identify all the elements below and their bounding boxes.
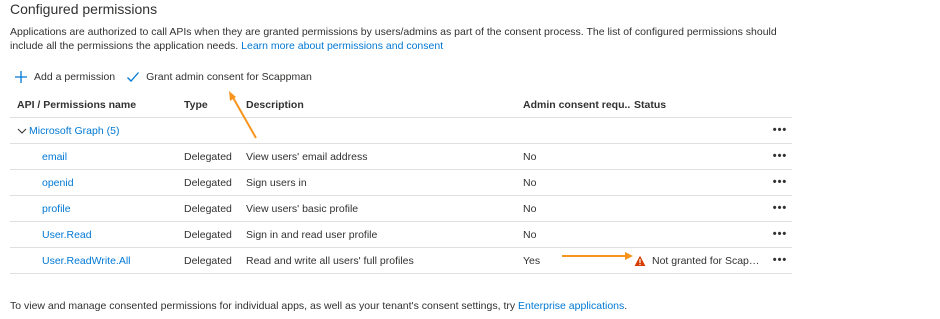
add-permission-button[interactable]: Add a permission [14, 70, 115, 84]
add-permission-label: Add a permission [34, 71, 116, 83]
grant-admin-consent-button[interactable]: Grant admin consent for Scappman [126, 70, 312, 84]
group-label: Microsoft Graph (5) [29, 124, 120, 137]
permission-name-link[interactable]: openid [17, 177, 74, 189]
admin-consent-required: No [523, 176, 537, 189]
permission-description: View users' email address [246, 150, 368, 163]
plus-icon [15, 71, 27, 83]
warning-icon [634, 255, 646, 266]
column-header-admin-consent[interactable]: Admin consent requ... [523, 93, 631, 117]
status-text: Not granted for Scappm... [652, 254, 762, 267]
permission-description: Sign users in [246, 176, 307, 189]
group-row: Microsoft Graph (5) ••• [10, 118, 792, 144]
permission-name-link[interactable]: User.ReadWrite.All [17, 255, 131, 267]
admin-consent-required: No [523, 228, 537, 241]
status-badge: Not granted for Scappm... [634, 255, 762, 267]
group-toggle-microsoft-graph[interactable]: Microsoft Graph (5) [17, 125, 119, 137]
column-header-name[interactable]: API / Permissions name [17, 93, 177, 117]
more-icon[interactable]: ••• [773, 203, 788, 214]
permissions-table: API / Permissions name Type Description … [10, 93, 792, 274]
more-icon[interactable]: ••• [773, 125, 788, 136]
permission-name-link[interactable]: User.Read [17, 229, 92, 241]
table-row: openid Delegated Sign users in No ••• [10, 170, 792, 196]
permission-type: Delegated [184, 228, 232, 241]
table-row: User.ReadWrite.All Delegated Read and wr… [10, 248, 792, 274]
admin-consent-required: No [523, 202, 537, 215]
permission-name-link[interactable]: profile [17, 203, 71, 215]
admin-consent-required: No [523, 150, 537, 163]
admin-consent-required: Yes [523, 254, 541, 267]
learn-more-link[interactable]: Learn more about permissions and consent [241, 40, 443, 52]
permission-type: Delegated [184, 202, 232, 215]
column-header-description[interactable]: Description [246, 93, 516, 117]
permission-type: Delegated [184, 176, 232, 189]
column-header-status[interactable]: Status [634, 93, 764, 117]
permission-type: Delegated [184, 150, 232, 163]
footer-period: . [624, 300, 628, 312]
footer-text: To view and manage consented permissions… [10, 300, 516, 312]
more-icon[interactable]: ••• [773, 255, 788, 266]
permission-description: Sign in and read user profile [246, 228, 378, 241]
page-title: Configured permissions [10, 1, 158, 17]
column-header-type[interactable]: Type [184, 93, 242, 117]
enterprise-applications-link[interactable]: Enterprise applications [518, 300, 624, 312]
page-description: Applications are authorized to call APIs… [10, 25, 800, 53]
permission-description: Read and write all users' full profiles [246, 254, 414, 267]
table-row: User.Read Delegated Sign in and read use… [10, 222, 792, 248]
table-row: email Delegated View users' email addres… [10, 144, 792, 170]
table-row: profile Delegated View users' basic prof… [10, 196, 792, 222]
chevron-down-icon [17, 128, 27, 134]
permission-type: Delegated [184, 254, 232, 267]
grant-admin-consent-label: Grant admin consent for Scappman [146, 71, 312, 83]
permission-name-link[interactable]: email [17, 151, 67, 163]
table-header: API / Permissions name Type Description … [10, 93, 792, 118]
footer-note: To view and manage consented permissions… [10, 300, 627, 312]
more-icon[interactable]: ••• [773, 177, 788, 188]
more-icon[interactable]: ••• [773, 229, 788, 240]
more-icon[interactable]: ••• [773, 151, 788, 162]
toolbar: Add a permission Grant admin consent for… [14, 68, 312, 86]
permission-description: View users' basic profile [246, 202, 359, 215]
checkmark-icon [127, 72, 140, 82]
